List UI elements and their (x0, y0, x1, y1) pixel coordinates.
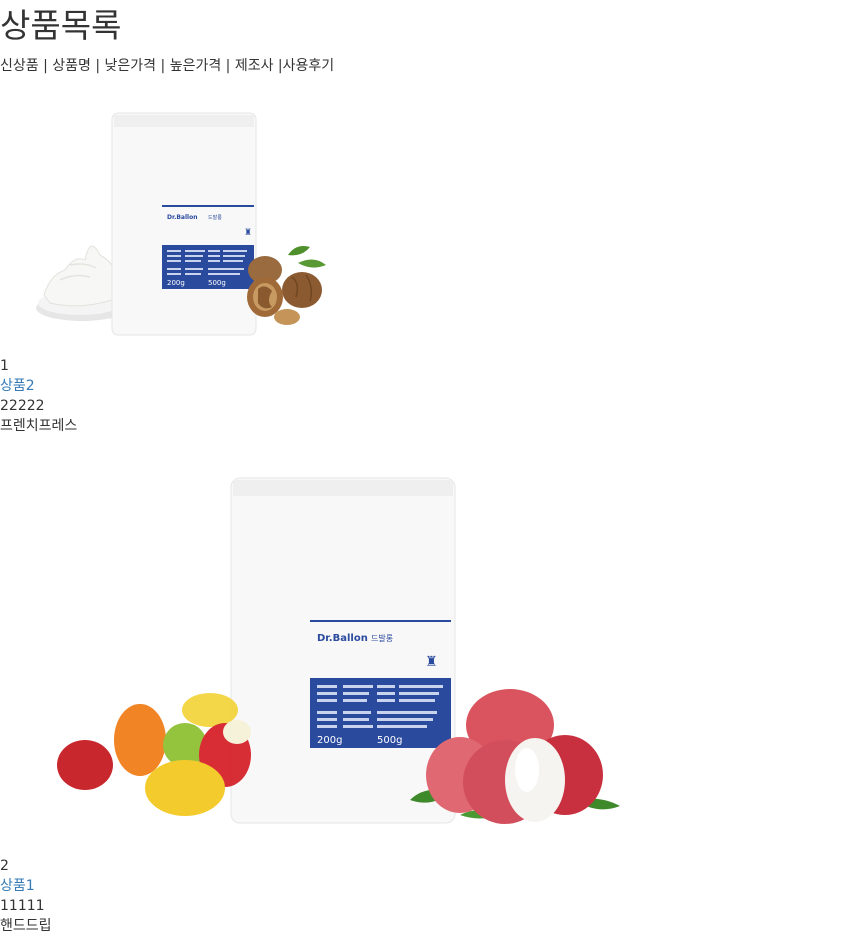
product-name-link[interactable]: 상품1 (0, 876, 52, 896)
product-card: 2 상품1 11111 핸드드립 (0, 856, 52, 934)
sort-manufacturer-link[interactable]: 제조사 (235, 58, 274, 74)
sort-newest-link[interactable]: 신상품 (0, 58, 39, 74)
sort-high-price-link[interactable]: 높은가격 (170, 58, 222, 74)
pouch-weight-left: 200g (317, 735, 342, 746)
product-category: 핸드드립 (0, 918, 52, 934)
product-price: 11111 (0, 898, 45, 914)
sort-separator: | (156, 58, 170, 74)
product-category: 프렌치프레스 (0, 418, 78, 434)
product-list-page: 상품목록 신상품 | 상품명 | 낮은가격 | 높은가격 | 제조사 |사용후기… (0, 0, 865, 934)
pouch-brand-sub-text: 드발롱 (208, 214, 222, 221)
page-title: 상품목록 (0, 6, 122, 45)
sort-low-price-link[interactable]: 낮은가격 (105, 58, 157, 74)
sort-separator: | (90, 58, 105, 74)
sort-bar: 신상품 | 상품명 | 낮은가격 | 높은가격 | 제조사 |사용후기 (0, 56, 334, 76)
product-name-link[interactable]: 상품2 (0, 376, 77, 396)
sort-name-link[interactable]: 상품명 (52, 58, 91, 74)
sort-separator: | (221, 58, 235, 74)
product-image[interactable]: Dr.Ballon 드발롱 ♜ 200g 500g (55, 470, 625, 850)
product-card: 1 상품2 22222 프렌치프레스 (0, 356, 77, 436)
sort-reviews-link[interactable]: 사용후기 (283, 58, 335, 74)
product-photo-pouch-gummies-lychees: Dr.Ballon 드발롱 ♜ 200g 500g (57, 477, 620, 824)
product-price: 22222 (0, 398, 45, 414)
product-number: 2 (0, 858, 9, 874)
svg-text:♜: ♜ (425, 654, 438, 670)
pouch-brand-text: Dr.Ballon (167, 214, 198, 221)
pouch-brand-sub-text: 드발롱 (371, 633, 393, 643)
pouch-weight-left: 200g (167, 279, 185, 287)
product-number: 1 (0, 358, 9, 374)
svg-text:♜: ♜ (244, 228, 252, 238)
product-image[interactable]: Dr.Ballon 드발롱 ♜ 200g 500g (30, 105, 335, 345)
sort-separator: | (38, 58, 53, 74)
pouch-brand-text: Dr.Ballon (317, 633, 368, 644)
pouch-weight-right: 500g (208, 279, 226, 287)
pouch-weight-right: 500g (377, 735, 402, 746)
product-photo-pouch-cream-walnuts: Dr.Ballon 드발롱 ♜ 200g 500g (36, 112, 326, 336)
sort-separator: | (273, 58, 283, 74)
